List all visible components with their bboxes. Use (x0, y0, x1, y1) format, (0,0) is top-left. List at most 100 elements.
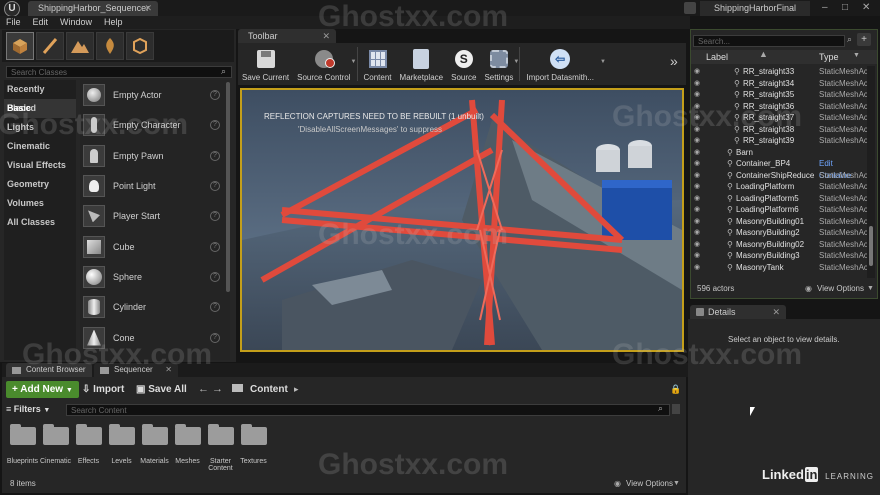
outliner-row[interactable]: ◉ ⚲ Container_BP4 Edit Containe (691, 158, 867, 180)
folder-item[interactable]: Meshes (171, 423, 204, 473)
level-document-tab[interactable]: ShippingHarbor_Sequencer ✕ (28, 1, 158, 16)
cb-view-options-button[interactable]: View Options (626, 479, 673, 488)
outliner-row[interactable]: ◉ ⚲ MasonryBuilding01 StaticMeshAc (691, 216, 868, 228)
save-current-button[interactable]: Save Current (238, 43, 293, 85)
geometry-mode-icon[interactable] (126, 32, 154, 60)
list-item[interactable]: Cube? (80, 231, 230, 261)
help-icon[interactable]: ? (210, 241, 220, 252)
folder-item[interactable]: Levels (105, 423, 138, 473)
source-button[interactable]: S Source (447, 43, 480, 85)
help-icon[interactable]: ? (210, 120, 220, 131)
outliner-scrollbar-thumb[interactable] (869, 226, 873, 266)
visibility-eye-icon[interactable]: ◉ (694, 181, 704, 193)
visibility-eye-icon[interactable]: ◉ (694, 262, 704, 274)
outliner-row[interactable]: ◉ ⚲ LoadingPlatform5 StaticMeshAc (691, 193, 868, 205)
label-column-header[interactable]: Label (706, 52, 728, 62)
add-filter-icon[interactable]: + (857, 33, 871, 46)
visibility-eye-icon[interactable]: ◉ (694, 135, 704, 147)
help-icon[interactable]: ? (210, 302, 220, 313)
visibility-eye-icon[interactable]: ◉ (694, 227, 704, 239)
list-item[interactable]: Empty Pawn? (80, 141, 230, 171)
category-recently-placed[interactable]: Recently Placed (4, 80, 76, 113)
visibility-eye-icon[interactable]: ◉ (694, 250, 704, 262)
outliner-row[interactable]: ◉ ⚲ ContainerShipReduce StaticMeshAc (691, 170, 868, 182)
category-geometry[interactable]: Geometry (4, 175, 76, 194)
save-search-icon[interactable] (672, 404, 680, 414)
foliage-mode-icon[interactable] (96, 32, 124, 60)
outliner-row[interactable]: ◉ ⚲ RR_straight34 StaticMeshAc (691, 78, 868, 90)
outliner-search-input[interactable]: Search... (693, 35, 845, 47)
visibility-eye-icon[interactable]: ◉ (694, 204, 704, 216)
close-tab-icon[interactable]: ✕ (144, 1, 152, 16)
chevron-right-icon[interactable]: ▸ (294, 384, 299, 395)
menu-edit[interactable]: Edit (27, 16, 55, 29)
save-all-button[interactable]: ▣ Save All (136, 384, 187, 395)
help-icon[interactable]: ? (210, 181, 220, 192)
view-options-button[interactable]: View Options (817, 280, 864, 298)
back-button[interactable]: ← (198, 383, 209, 395)
landscape-mode-icon[interactable] (66, 32, 94, 60)
outliner-row[interactable]: ◉ ⚲ RR_straight35 StaticMeshAc (691, 89, 868, 101)
type-column-header[interactable]: Type (819, 52, 839, 62)
list-item[interactable]: Player Start? (80, 201, 230, 231)
forward-button[interactable]: → (212, 383, 223, 395)
lock-icon[interactable]: 🔒 (670, 384, 681, 395)
import-button[interactable]: ⇩ Import (82, 384, 124, 395)
marketplace-button[interactable]: Marketplace (396, 43, 448, 85)
menu-file[interactable]: File (0, 16, 27, 29)
search-classes-input[interactable]: Search Classes (6, 66, 232, 78)
outliner-row[interactable]: ◉ ⚲ MasonryBuilding2 StaticMeshAc (691, 227, 868, 239)
folder-item[interactable]: Effects (72, 423, 105, 473)
outliner-row[interactable]: ◉ ⚲ RR_straight33 StaticMeshAc (691, 66, 868, 78)
visibility-eye-icon[interactable]: ◉ (694, 78, 704, 90)
list-item[interactable]: Empty Actor? (80, 80, 230, 110)
items-scrollbar[interactable] (226, 82, 230, 292)
help-icon[interactable]: ? (210, 271, 220, 282)
category-volumes[interactable]: Volumes (4, 194, 76, 213)
minimize-button[interactable]: – (822, 2, 828, 13)
outliner-row[interactable]: ◉ ⚲ LoadingPlatform StaticMeshAc (691, 181, 868, 193)
folder-item[interactable]: Materials (138, 423, 171, 473)
breadcrumb-content[interactable]: Content (250, 384, 288, 395)
outliner-row[interactable]: ◉ ⚲ LoadingPlatform6 StaticMeshAc (691, 204, 868, 216)
place-mode-icon[interactable] (6, 32, 34, 60)
visibility-eye-icon[interactable]: ◉ (694, 193, 704, 205)
visibility-eye-icon[interactable]: ◉ (694, 170, 704, 182)
list-item[interactable]: Cylinder? (80, 292, 230, 322)
outliner-row[interactable]: ◉ ⚲ Barn (691, 147, 867, 159)
filters-button[interactable]: ≡ Filters ▼ (6, 404, 50, 414)
add-new-button[interactable]: + Add New ▼ (6, 381, 79, 398)
content-button[interactable]: Content (360, 43, 396, 85)
folder-item[interactable]: Cinematic (39, 423, 72, 473)
visibility-eye-icon[interactable]: ◉ (694, 158, 704, 170)
details-tab[interactable]: Details ✕ (690, 305, 786, 319)
outliner-row[interactable]: ◉ ⚲ RR_straight39 StaticMeshAc (691, 135, 868, 147)
visibility-eye-icon[interactable]: ◉ (694, 216, 704, 228)
source-control-button[interactable]: Source Control ▼ (293, 43, 357, 85)
folder-item[interactable]: Starter Content (204, 423, 237, 473)
outliner-row[interactable]: ◉ ⚲ MasonryBuilding3 StaticMeshAc (691, 250, 868, 262)
close-tab-icon[interactable]: ✕ (772, 305, 780, 319)
help-icon[interactable]: ? (210, 150, 220, 161)
visibility-eye-icon[interactable]: ◉ (694, 89, 704, 101)
help-icon[interactable]: ? (210, 211, 220, 222)
visibility-eye-icon[interactable]: ◉ (694, 147, 704, 159)
visibility-eye-icon[interactable]: ◉ (694, 239, 704, 251)
import-datasmith-button[interactable]: ⇦ Import Datasmith... ▼ (522, 43, 606, 85)
notification-icon[interactable] (684, 2, 696, 14)
toolbar-overflow-button[interactable]: » (670, 53, 678, 69)
outliner-row[interactable]: ◉ ⚲ MasonryBuilding02 StaticMeshAc (691, 239, 868, 251)
close-button[interactable]: ✕ (862, 2, 870, 13)
category-visual-effects[interactable]: Visual Effects (4, 156, 76, 175)
menu-help[interactable]: Help (98, 16, 129, 29)
menu-window[interactable]: Window (54, 16, 98, 29)
folder-item[interactable]: Blueprints (6, 423, 39, 473)
search-content-input[interactable]: Search Content (66, 404, 670, 416)
outliner-row[interactable]: ◉ ⚲ MasonryTank StaticMeshAc (691, 262, 868, 274)
category-all-classes[interactable]: All Classes (4, 213, 76, 232)
maximize-button[interactable]: □ (842, 2, 848, 13)
paint-mode-icon[interactable] (36, 32, 64, 60)
settings-button[interactable]: Settings ▼ (480, 43, 519, 85)
list-item[interactable]: Point Light? (80, 171, 230, 201)
folder-item[interactable]: Textures (237, 423, 270, 473)
